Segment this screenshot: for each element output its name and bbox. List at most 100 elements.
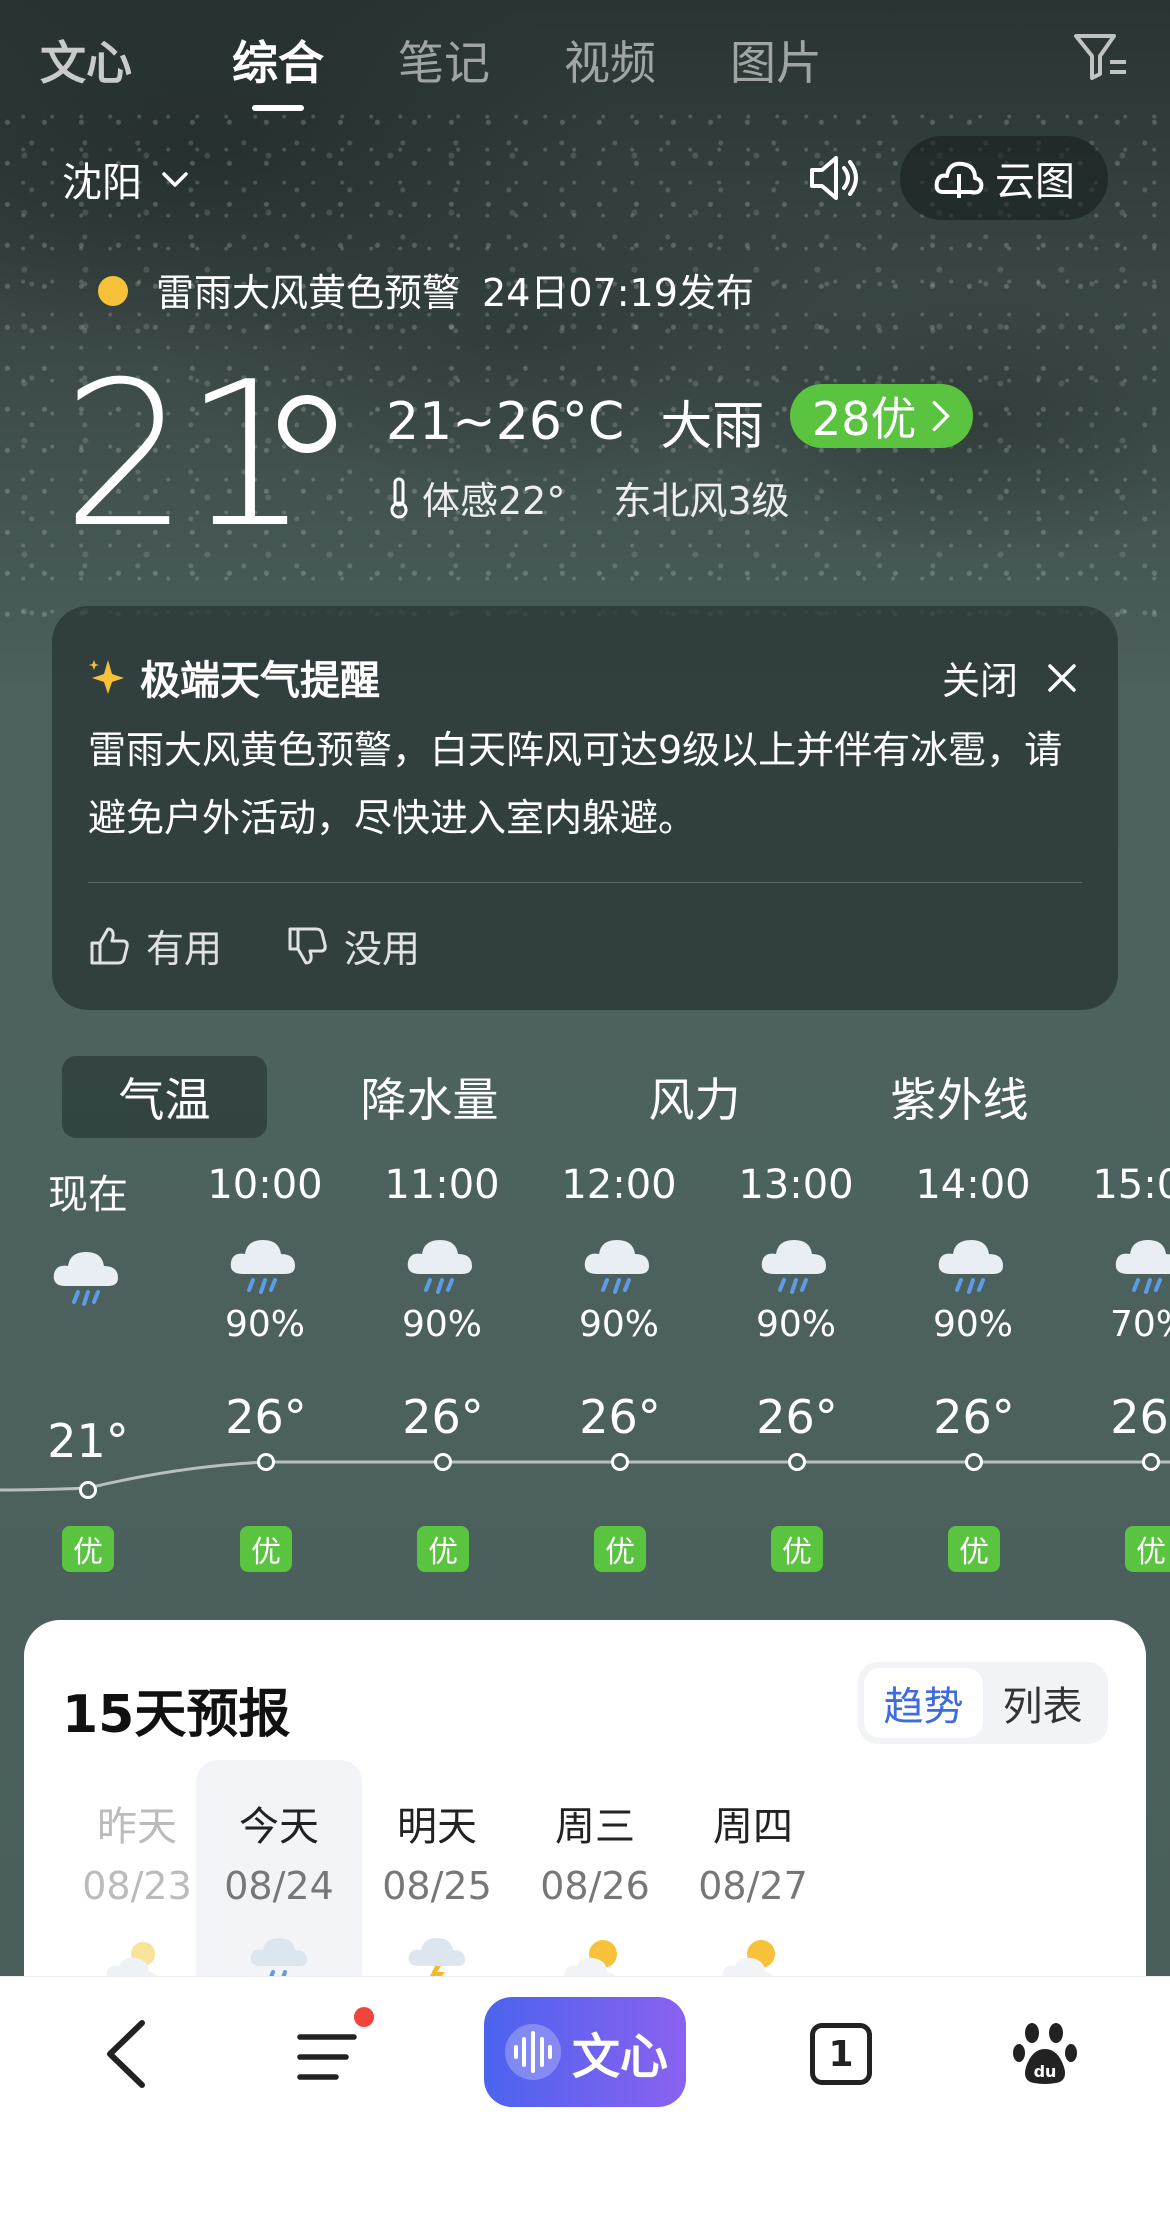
hour-time: 现在 <box>48 1172 128 1218</box>
tab-general[interactable]: 综合 <box>232 27 324 111</box>
hour-time: 14:00 <box>915 1162 1031 1208</box>
filter-icon[interactable] <box>1070 26 1130 86</box>
hourly-item: 13:00 90% <box>716 1162 876 1345</box>
menu-icon[interactable] <box>296 2029 362 2085</box>
cloud-map-icon <box>934 161 984 198</box>
card-divider <box>88 882 1082 883</box>
rain-cloud-icon <box>230 1240 295 1294</box>
hour-aqi-badge: 优 <box>771 1526 823 1572</box>
forecast-mode-toggle: 趋势 列表 <box>858 1662 1108 1744</box>
forecast-day-label: 今天 <box>239 1804 319 1850</box>
rain-cloud-icon <box>761 1240 826 1294</box>
feels-wind-row: 体感22° 东北风3级 <box>386 470 790 525</box>
precip-chance: 90% <box>401 1304 482 1345</box>
warning-line[interactable]: 雷雨大风黄色预警 24日07:19发布 <box>98 262 754 317</box>
extreme-card-header: 极端天气提醒 <box>88 648 380 706</box>
thumbs-down-icon <box>288 927 327 964</box>
tab-notes[interactable]: 笔记 <box>398 27 490 93</box>
wenxin-wave-icon <box>504 2024 561 2080</box>
tab-uv[interactable]: 紫外线 <box>857 1056 1062 1138</box>
warning-text: 雷雨大风黄色预警 <box>156 271 461 315</box>
cloud-map-label: 云图 <box>995 159 1075 205</box>
extreme-weather-card: 极端天气提醒 关闭 雷雨大风黄色预警，白天阵风可达9级以上并伴有冰雹，请避免户外… <box>52 606 1118 1010</box>
tab-temperature[interactable]: 气温 <box>62 1056 267 1138</box>
mode-list[interactable]: 列表 <box>983 1668 1102 1738</box>
cloud-map-button[interactable]: 云图 <box>900 136 1108 220</box>
hourly-item: 14:00 90% <box>893 1162 1053 1345</box>
useful-label: 有用 <box>146 927 223 971</box>
mode-trend[interactable]: 趋势 <box>864 1668 983 1738</box>
temp-point <box>257 1453 275 1471</box>
hourly-item: 11:00 90% <box>362 1162 522 1345</box>
aqi-badge[interactable]: 28优 <box>790 384 973 448</box>
extreme-card-close-button[interactable]: 关闭 <box>942 650 1078 705</box>
tab-precipitation[interactable]: 降水量 <box>327 1056 532 1138</box>
degree-symbol <box>278 395 336 453</box>
hour-aqi-badge: 优 <box>62 1526 114 1572</box>
useless-label: 没用 <box>344 927 421 971</box>
top-navigation: 文心 综合 笔记 视频 图片 <box>0 0 1170 120</box>
precip-chance: 90% <box>224 1304 305 1345</box>
chevron-right-icon <box>932 400 949 431</box>
precip-chance: 90% <box>578 1304 659 1345</box>
hourly-item: 现在 <box>8 1162 168 1316</box>
precip-chance: 90% <box>932 1304 1013 1345</box>
useless-button[interactable]: 没用 <box>286 918 420 973</box>
rain-cloud-icon <box>407 1240 472 1294</box>
speaker-icon[interactable] <box>806 150 862 206</box>
hour-time: 15:00 <box>1092 1162 1170 1208</box>
tab-video[interactable]: 视频 <box>564 27 656 93</box>
wenxin-label: 文心 <box>571 2029 668 2085</box>
hour-temp: 26° <box>579 1390 661 1444</box>
wind-info: 东北风3级 <box>613 479 790 523</box>
hour-temp: 26° <box>933 1390 1015 1444</box>
rain-cloud-icon <box>584 1240 649 1294</box>
precip-chance: 90% <box>755 1304 836 1345</box>
hour-aqi-badge: 优 <box>417 1526 469 1572</box>
tab-images[interactable]: 图片 <box>730 27 822 93</box>
temp-point <box>611 1453 629 1471</box>
chevron-down-icon <box>162 172 188 187</box>
hourly-item: 15:00 70% <box>1070 1162 1170 1345</box>
hourly-item: 10:00 90% <box>185 1162 345 1345</box>
sparkle-icon <box>89 660 124 694</box>
forecast-day-label: 周四 <box>713 1804 793 1850</box>
baidu-paw-icon[interactable]: du <box>1012 2019 1078 2089</box>
tab-wenxin[interactable]: 文心 <box>40 27 132 93</box>
rain-cloud-icon <box>1115 1240 1170 1294</box>
location-selector[interactable]: 沈阳 <box>62 150 190 208</box>
wenxin-button[interactable]: 文心 <box>484 1997 686 2107</box>
thumbs-up-icon <box>90 927 129 964</box>
hour-temp: 26° <box>756 1390 838 1444</box>
tabs-count: 1 <box>828 2033 854 2075</box>
precip-chance: 70% <box>1109 1304 1170 1345</box>
weather-condition: 大雨 <box>660 397 765 457</box>
close-label: 关闭 <box>941 659 1018 703</box>
back-icon[interactable] <box>100 2017 150 2091</box>
bottom-bar: 文心 1 du <box>0 1976 1170 2223</box>
hour-aqi-badge: 优 <box>948 1526 1000 1572</box>
hour-aqi-badge: 优 <box>594 1526 646 1572</box>
notification-badge <box>354 2007 374 2027</box>
tabs-count-button[interactable]: 1 <box>810 2023 872 2085</box>
useful-button[interactable]: 有用 <box>88 918 222 973</box>
thermometer-icon <box>390 477 408 518</box>
forecast-date: 08/24 <box>224 1864 334 1908</box>
hour-time: 11:00 <box>384 1162 500 1208</box>
temp-range: 21~26°C <box>386 391 625 452</box>
hour-temp: 26° <box>225 1390 307 1444</box>
temp-point <box>79 1481 97 1499</box>
city-name: 沈阳 <box>62 160 142 206</box>
forecast-day-label: 周三 <box>555 1804 635 1850</box>
aqi-value: 28优 <box>812 392 917 446</box>
temp-point <box>434 1453 452 1471</box>
temp-point <box>788 1453 806 1471</box>
close-icon <box>1048 663 1076 692</box>
tab-wind[interactable]: 风力 <box>592 1056 797 1138</box>
temp-range-condition: 21~26°C 大雨 <box>386 384 764 459</box>
hour-time: 13:00 <box>738 1162 854 1208</box>
temp-point <box>965 1453 983 1471</box>
rain-cloud-icon <box>938 1240 1003 1294</box>
hourly-item: 12:00 90% <box>539 1162 699 1345</box>
hour-aqi-badge: 优 <box>240 1526 292 1572</box>
